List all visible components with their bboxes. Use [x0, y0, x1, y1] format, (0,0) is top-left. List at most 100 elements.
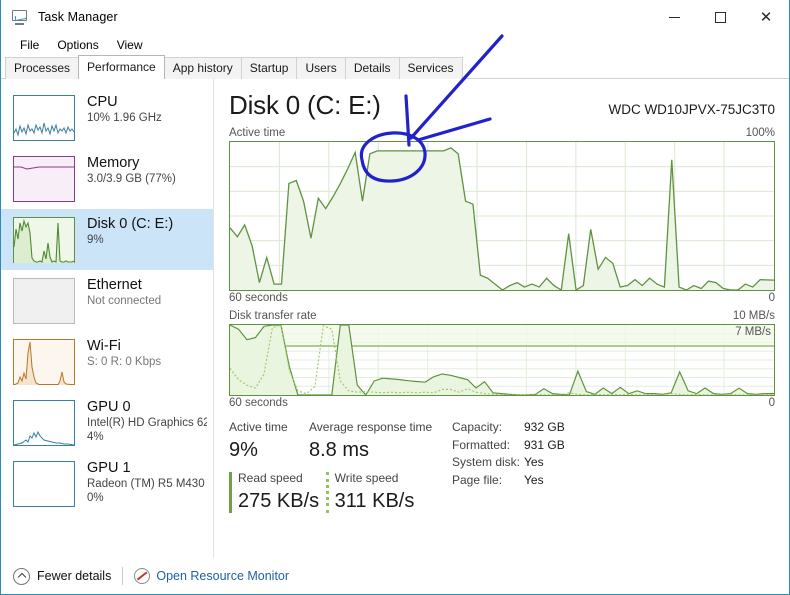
sidebar-item-sub: 9% — [87, 234, 104, 246]
stat-write-caption: Write speed — [334, 471, 399, 485]
resource-sidebar: CPU 10% 1.96 GHz Memory 3.0/3.9 GB (77%) — [1, 79, 214, 558]
minimize-button[interactable] — [651, 0, 697, 34]
stats-row-speeds: Read speed 275 KB/s Write speed 311 KB/s — [229, 470, 444, 515]
ethernet-thumbnail-graph — [13, 278, 75, 324]
sidebar-item-sub: Radeon (TM) R5 M430 — [87, 478, 205, 490]
sidebar-item-wifi[interactable]: Wi-Fi S: 0 R: 0 Kbps — [1, 331, 213, 392]
menu-file[interactable]: File — [11, 36, 48, 54]
info-value: Yes — [524, 472, 544, 487]
info-key: Page file: — [452, 472, 503, 487]
read-speed-legend-bar — [229, 472, 232, 513]
sidebar-item-memory[interactable]: Memory 3.0/3.9 GB (77%) — [1, 148, 213, 209]
disk-transfer-rate-graph: 7 MB/s — [229, 324, 775, 396]
sidebar-item-label: GPU 0 — [87, 399, 131, 415]
stat-active-time-caption: Active time — [229, 420, 288, 434]
active-time-graph — [229, 141, 775, 291]
sidebar-item-sub: Not connected — [87, 295, 162, 307]
minimize-icon — [668, 16, 680, 18]
menu-bar: File Options View — [1, 34, 789, 56]
active-time-max: 100% — [745, 127, 775, 139]
xfer-axis-labels: 60 seconds 0 — [229, 397, 775, 409]
chevron-up-icon — [13, 567, 30, 585]
stat-average-response-time: Average response time 8.8 ms — [309, 419, 444, 464]
close-button[interactable]: ✕ — [743, 0, 789, 34]
title-bar: Task Manager ✕ — [1, 0, 789, 34]
sidebar-item-label: Memory — [87, 155, 140, 171]
cpu-thumbnail-graph — [13, 95, 75, 141]
stat-read-speed: Read speed 275 KB/s — [229, 470, 326, 515]
xfer-caption: Disk transfer rate — [229, 310, 317, 322]
menu-options[interactable]: Options — [48, 36, 107, 54]
status-bar: Fewer details Open Resource Monitor — [1, 558, 789, 594]
info-value: 932 GB — [524, 420, 565, 434]
stat-read-value: 275 KB/s — [238, 490, 320, 512]
tab-strip: Processes Performance App history Startu… — [1, 55, 789, 79]
menu-view[interactable]: View — [108, 36, 152, 54]
xfer-max: 10 MB/s — [732, 310, 775, 322]
sidebar-item-label: Ethernet — [87, 277, 142, 293]
tab-details[interactable]: Details — [344, 57, 400, 79]
active-time-x-left: 60 seconds — [229, 292, 288, 304]
stat-write-speed: Write speed 311 KB/s — [325, 470, 444, 515]
xfer-scale-marker-label: 7 MB/s — [735, 326, 771, 338]
tab-processes[interactable]: Processes — [5, 57, 80, 79]
disk-header: Disk 0 (C: E:) WDC WD10JPVX-75JC3T0 — [229, 89, 775, 121]
active-time-x-right: 0 — [768, 292, 775, 304]
stat-avg-response-caption: Average response time — [309, 420, 433, 434]
info-row-capacity: Capacity: 932 GB — [452, 419, 565, 437]
sidebar-item-disk0[interactable]: Disk 0 (C: E:) 9% — [1, 209, 213, 270]
tab-startup[interactable]: Startup — [240, 57, 298, 79]
sidebar-item-gpu1[interactable]: GPU 1 Radeon (TM) R5 M430 0% — [1, 453, 213, 514]
sidebar-item-label: CPU — [87, 94, 118, 110]
stats-area: Active time 9% Average response time 8.8… — [229, 419, 775, 515]
disk-info-table: Capacity: 932 GB Formatted: 931 GB Syste… — [452, 419, 565, 515]
window-title: Task Manager — [38, 10, 118, 24]
sidebar-item-ethernet[interactable]: Ethernet Not connected — [1, 270, 213, 331]
sidebar-item-cpu[interactable]: CPU 10% 1.96 GHz — [1, 87, 213, 148]
content-area: CPU 10% 1.96 GHz Memory 3.0/3.9 GB (77%) — [1, 79, 789, 558]
stats-row-primary: Active time 9% Average response time 8.8… — [229, 419, 444, 464]
tab-services[interactable]: Services — [398, 57, 463, 79]
xfer-plot — [230, 325, 774, 395]
sidebar-item-sub: Intel(R) HD Graphics 620 — [87, 417, 207, 429]
sidebar-item-sub2: 4% — [87, 431, 104, 443]
active-time-graph-labels: Active time 100% — [229, 127, 775, 139]
fewer-details-label: Fewer details — [37, 569, 112, 583]
performance-detail-panel: Disk 0 (C: E:) WDC WD10JPVX-75JC3T0 Acti… — [214, 79, 789, 558]
stat-active-time-value: 9% — [229, 439, 258, 461]
sidebar-item-label: GPU 1 — [87, 460, 131, 476]
open-resource-monitor-link[interactable]: Open Resource Monitor — [134, 568, 289, 584]
task-manager-icon — [11, 9, 29, 25]
active-time-plot — [230, 142, 774, 290]
tab-performance[interactable]: Performance — [78, 55, 165, 79]
sidebar-item-gpu0[interactable]: GPU 0 Intel(R) HD Graphics 620 4% — [1, 392, 213, 453]
info-row-formatted: Formatted: 931 GB — [452, 437, 565, 455]
active-time-caption: Active time — [229, 127, 286, 139]
info-row-page-file: Page file: Yes — [452, 472, 565, 490]
sidebar-item-label: Wi-Fi — [87, 338, 121, 354]
info-row-system-disk: System disk: Yes — [452, 454, 565, 472]
active-time-axis-labels: 60 seconds 0 — [229, 292, 775, 304]
stat-avg-response-value: 8.8 ms — [309, 439, 370, 461]
fewer-details-button[interactable]: Fewer details — [13, 567, 112, 585]
resource-monitor-icon — [134, 568, 151, 584]
page-title: Disk 0 (C: E:) — [229, 90, 381, 120]
memory-thumbnail-graph — [13, 156, 75, 202]
open-resource-monitor-label: Open Resource Monitor — [156, 569, 290, 583]
stat-read-caption: Read speed — [238, 471, 303, 485]
disk-thumbnail-graph — [13, 217, 75, 263]
gpu1-thumbnail-graph — [13, 461, 75, 507]
info-key: Capacity: — [452, 420, 503, 434]
window-controls: ✕ — [651, 0, 789, 34]
sidebar-item-sub2: 0% — [87, 492, 104, 504]
tab-users[interactable]: Users — [296, 57, 346, 79]
xfer-graph-labels: Disk transfer rate 10 MB/s — [229, 310, 775, 322]
stats-left-column: Active time 9% Average response time 8.8… — [229, 419, 444, 515]
info-value: 931 GB — [524, 437, 565, 452]
info-key: System disk: — [452, 455, 521, 469]
xfer-x-right: 0 — [768, 397, 775, 409]
wifi-thumbnail-graph — [13, 339, 75, 385]
tab-app-history[interactable]: App history — [163, 57, 242, 79]
sidebar-item-sub: 3.0/3.9 GB (77%) — [87, 173, 176, 185]
maximize-button[interactable] — [697, 0, 743, 34]
